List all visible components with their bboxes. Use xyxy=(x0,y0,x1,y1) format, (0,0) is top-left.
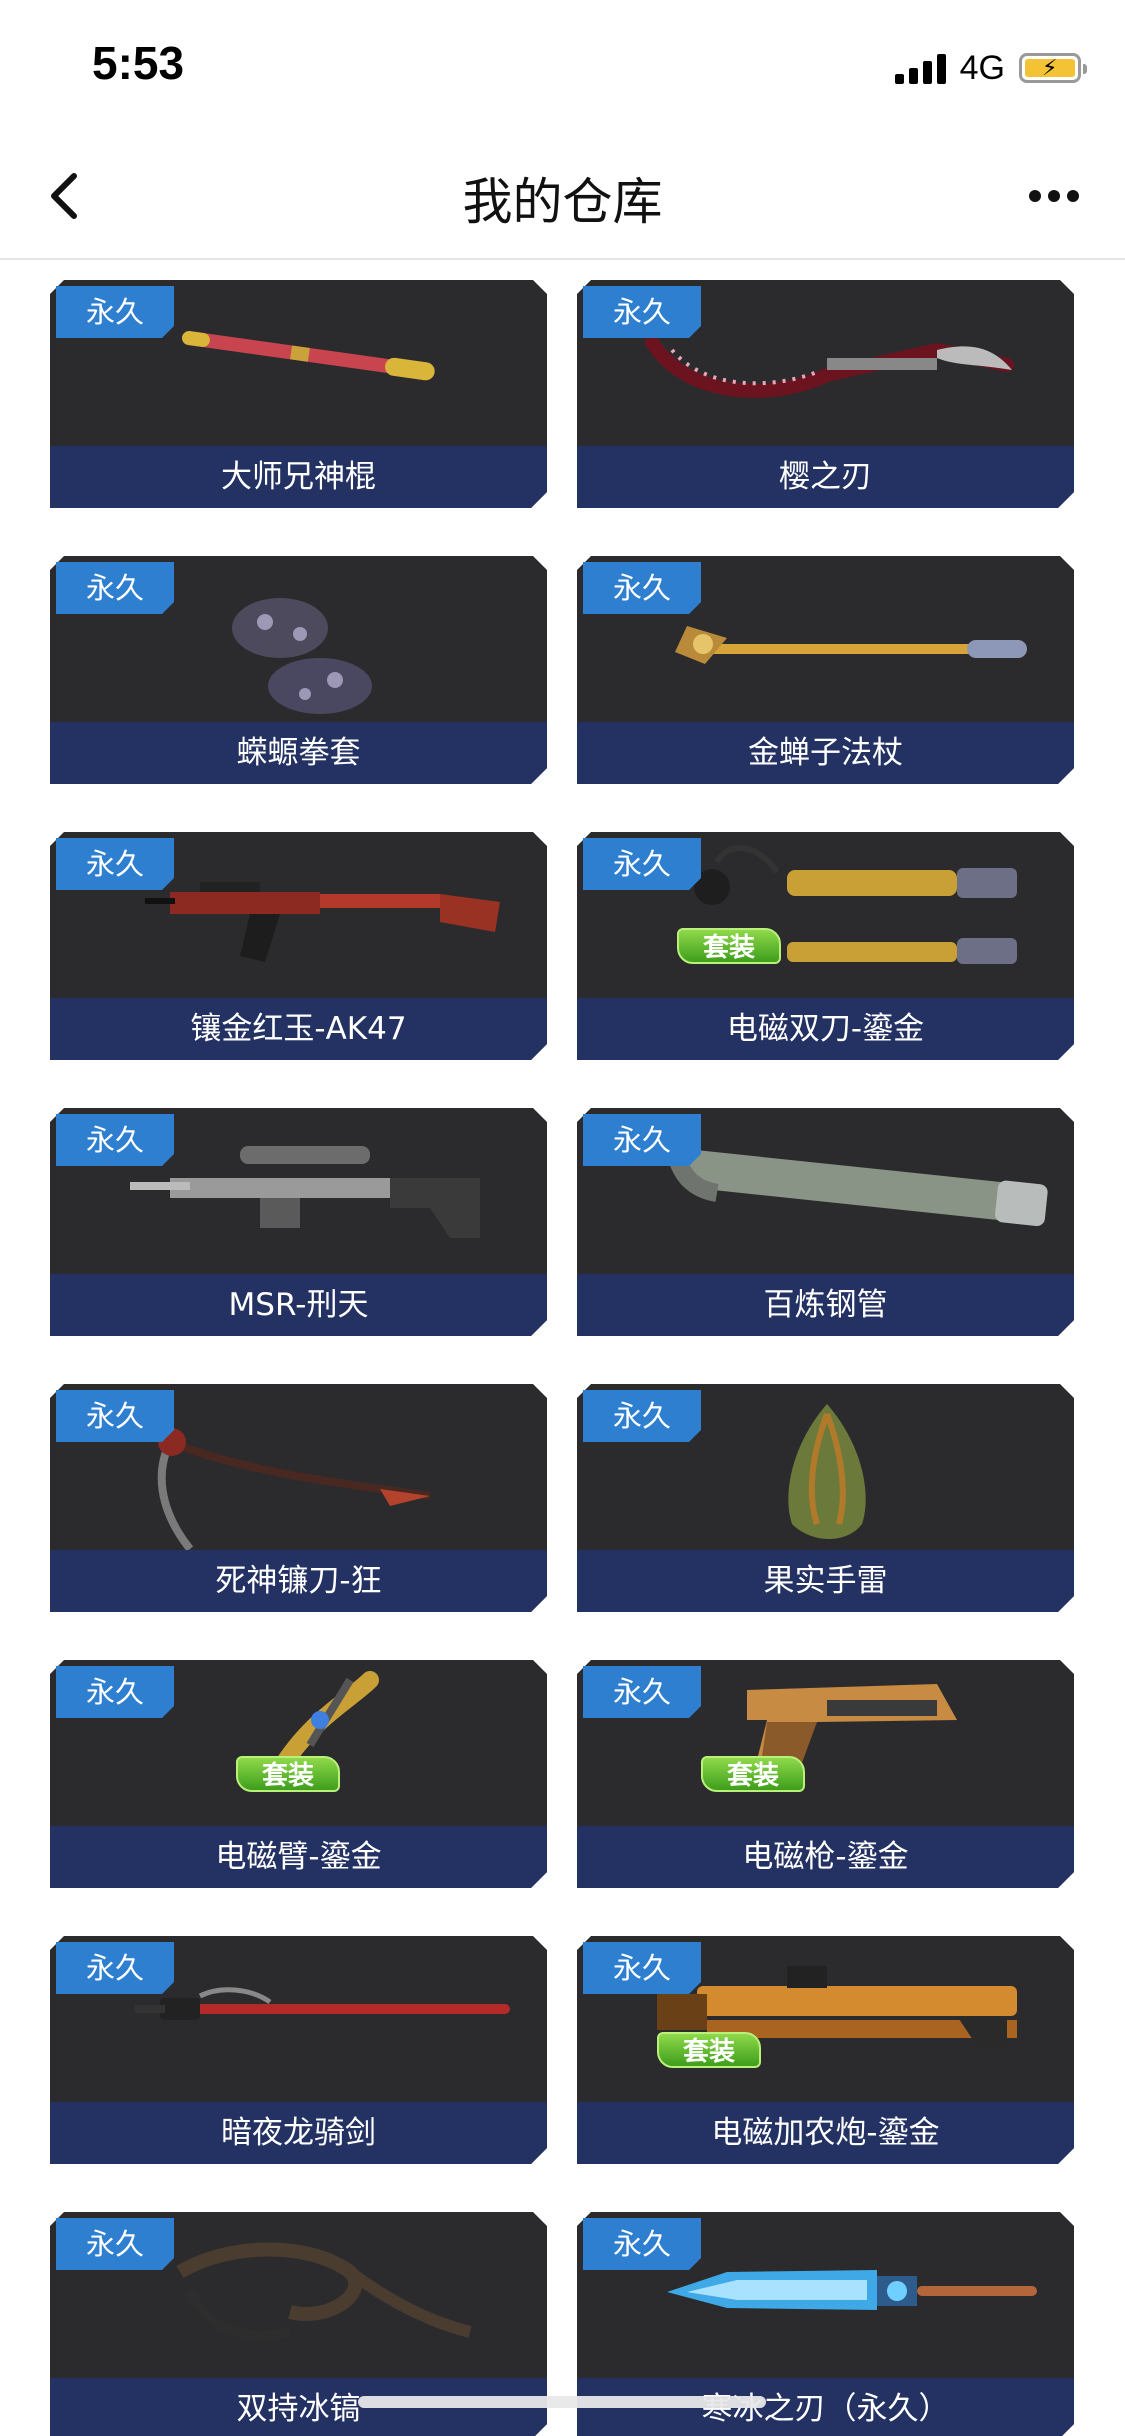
navigation-bar: 我的仓库 xyxy=(0,132,1125,260)
set-badge: 套装 xyxy=(701,1756,805,1792)
item-card[interactable]: 永久套装电磁双刀-鎏金 xyxy=(577,832,1074,1060)
permanent-badge: 永久 xyxy=(56,838,174,890)
item-name: 死神镰刀-狂 xyxy=(215,1563,382,1599)
permanent-badge: 永久 xyxy=(56,286,174,338)
item-card[interactable]: 永久 MSR-刑天 xyxy=(50,1108,547,1336)
permanent-badge: 永久 xyxy=(56,1390,174,1442)
item-card[interactable]: 永久套装电磁枪-鎏金 xyxy=(577,1660,1074,1888)
battery-icon: ⚡ xyxy=(1019,53,1087,83)
page-title: 我的仓库 xyxy=(462,173,663,231)
more-options-button[interactable] xyxy=(1019,168,1089,224)
permanent-badge: 永久 xyxy=(583,1390,701,1442)
status-bar: 5:53 4G ⚡ xyxy=(0,0,1125,132)
permanent-badge: 永久 xyxy=(583,2218,701,2270)
item-name: 樱之刃 xyxy=(779,459,872,495)
more-dots-icon xyxy=(1029,190,1041,202)
permanent-badge: 永久 xyxy=(56,1114,174,1166)
item-card[interactable]: 永久镶金红玉-AK47 xyxy=(50,832,547,1060)
item-card[interactable]: 永久死神镰刀-狂 xyxy=(50,1384,547,1612)
permanent-badge: 永久 xyxy=(56,1666,174,1718)
item-card[interactable]: 永久套装电磁臂-鎏金 xyxy=(50,1660,547,1888)
item-card[interactable]: 永久果实手雷 xyxy=(577,1384,1074,1612)
item-card[interactable]: 永久百炼钢管 xyxy=(577,1108,1074,1336)
item-name: 果实手雷 xyxy=(763,1563,888,1599)
network-type: 4G xyxy=(959,48,1005,87)
permanent-badge: 永久 xyxy=(583,562,701,614)
permanent-badge: 永久 xyxy=(583,1942,701,1994)
item-name: 暗夜龙骑剑 xyxy=(221,2115,376,2151)
item-name: 电磁臂-鎏金 xyxy=(215,1839,382,1875)
warehouse-grid: 永久 大师兄神棍 永久 樱之刃 永久 蝾螈拳套 永久 金蝉子法杖 永久 镶金红玉-AK47 永久 套装… xyxy=(0,260,1125,2436)
item-name: 蝾螈拳套 xyxy=(236,735,361,771)
signal-icon xyxy=(894,52,946,84)
status-time: 5:53 xyxy=(92,37,185,89)
item-name: 电磁加农炮-鎏金 xyxy=(711,2115,940,2151)
item-name: 金蝉子法杖 xyxy=(748,735,903,771)
set-badge: 套装 xyxy=(657,2032,761,2068)
permanent-badge: 永久 xyxy=(583,1114,701,1166)
permanent-badge: 永久 xyxy=(56,1942,174,1994)
status-indicators: 4G ⚡ xyxy=(894,46,1087,90)
item-name: 百炼钢管 xyxy=(763,1287,888,1323)
permanent-badge: 永久 xyxy=(583,1666,701,1718)
item-card[interactable]: 永久暗夜龙骑剑 xyxy=(50,1936,547,2164)
permanent-badge: 永久 xyxy=(583,286,701,338)
item-name: MSR-刑天 xyxy=(228,1287,369,1323)
item-card[interactable]: 永久蝾螈拳套 xyxy=(50,556,547,784)
set-badge: 套装 xyxy=(236,1756,340,1792)
set-badge: 套装 xyxy=(677,928,781,964)
item-card[interactable]: 永久套装电磁加农炮-鎏金 xyxy=(577,1936,1074,2164)
item-name: 电磁双刀-鎏金 xyxy=(726,1011,925,1047)
item-name: 电磁枪-鎏金 xyxy=(742,1839,909,1875)
item-name: 镶金红玉-AK47 xyxy=(190,1011,407,1047)
item-name: 大师兄神棍 xyxy=(221,459,376,495)
home-indicator xyxy=(358,2396,766,2408)
item-card[interactable]: 永久樱之刃 xyxy=(577,280,1074,508)
permanent-badge: 永久 xyxy=(583,838,701,890)
permanent-badge: 永久 xyxy=(56,562,174,614)
item-card[interactable]: 永久大师兄神棍 xyxy=(50,280,547,508)
permanent-badge: 永久 xyxy=(56,2218,174,2270)
item-card[interactable]: 永久金蝉子法杖 xyxy=(577,556,1074,784)
